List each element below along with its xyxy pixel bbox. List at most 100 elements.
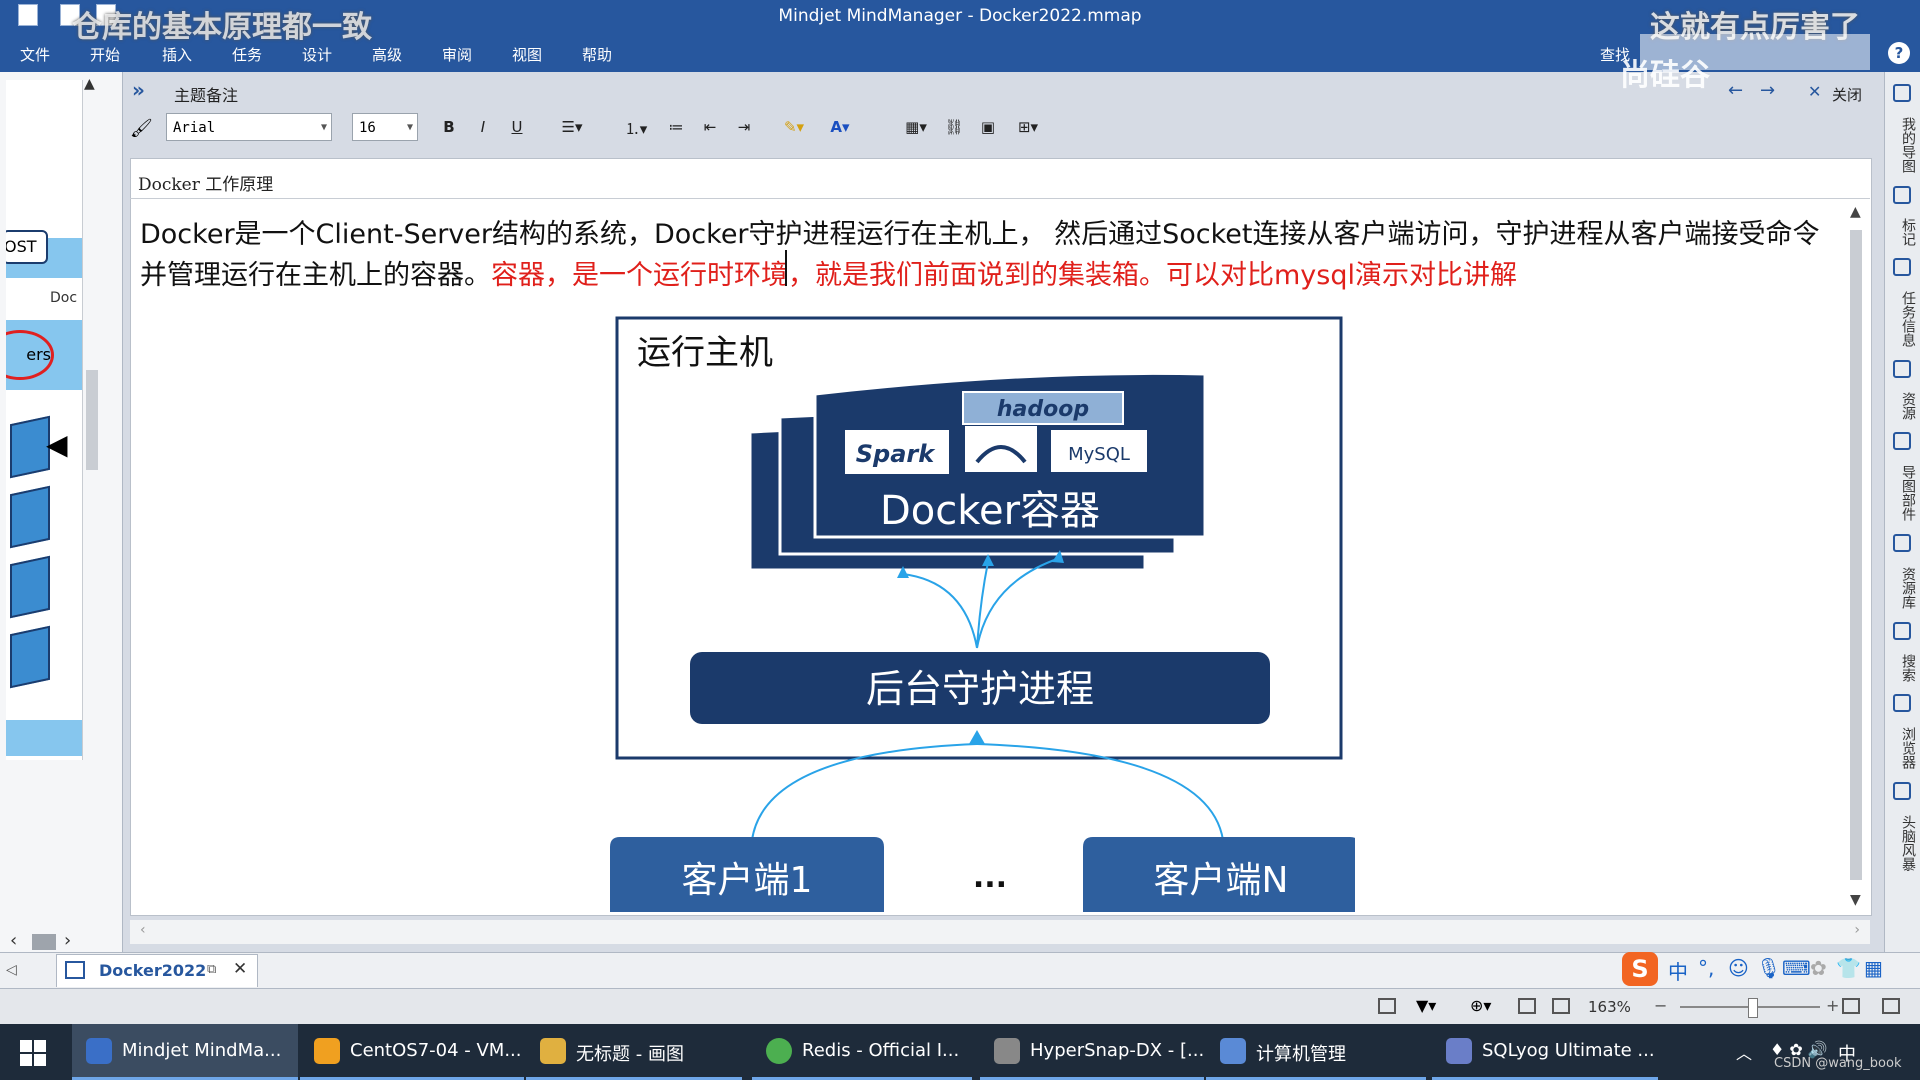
align-left-icon[interactable]: ☰▾ (552, 118, 592, 140)
voice-icon[interactable]: 🎙 (1756, 956, 1781, 980)
skin-icon[interactable]: ✿ (1810, 956, 1827, 980)
map-scrollbar[interactable] (86, 370, 98, 470)
italic-button[interactable]: I (474, 118, 492, 140)
dock-resources[interactable]: 资源 (1891, 386, 1916, 426)
taskbar-item-mindjet[interactable]: Mindjet MindMa... (72, 1024, 298, 1080)
taskbar-item-vmware[interactable]: CentOS7-04 - VM... (300, 1024, 524, 1080)
back-arrow-icon[interactable]: ← (1728, 80, 1743, 101)
my-maps-icon[interactable] (1893, 84, 1911, 102)
tab-view[interactable]: 视图 (512, 44, 542, 65)
font-size-select[interactable]: 16 ▼ (352, 113, 418, 141)
dock-task-info[interactable]: 任务信息 (1891, 284, 1916, 354)
tab-design[interactable]: 设计 (302, 44, 332, 65)
markers-icon[interactable] (1893, 186, 1911, 204)
library-icon[interactable] (1893, 534, 1911, 552)
fit-map-icon[interactable] (1842, 998, 1860, 1014)
resources-icon[interactable] (1893, 360, 1911, 378)
tab-file[interactable]: 文件 (20, 44, 50, 65)
dock-brainstorm[interactable]: 头脑风暴 (1891, 808, 1916, 878)
font-color-icon[interactable]: A▾ (822, 118, 858, 140)
container-label: Docker容器 (880, 488, 1100, 534)
tab-home[interactable]: 开始 (90, 44, 120, 65)
map-canvas[interactable]: OST Doc ers ◀ (6, 80, 83, 760)
dock-my-maps[interactable]: 我的导图 (1891, 110, 1916, 180)
container-cube-icon (10, 625, 50, 689)
tab-review[interactable]: 审阅 (442, 44, 472, 65)
scroll-right-icon[interactable]: › (1854, 922, 1860, 938)
numbered-list-icon[interactable]: ⒈▾ (616, 118, 656, 140)
notes-view-icon[interactable] (1378, 998, 1396, 1014)
tab-scroll-left-icon[interactable]: ◁ (6, 962, 17, 978)
zoom-slider-thumb[interactable] (1748, 998, 1758, 1018)
map-node-doc[interactable]: Doc (50, 290, 77, 306)
ime-mode-chinese[interactable]: 中 (1668, 956, 1688, 985)
grid-menu-icon[interactable]: ▦ (1864, 956, 1883, 980)
windows-start-icon[interactable] (20, 1040, 46, 1066)
tab-advanced[interactable]: 高级 (372, 44, 402, 65)
scroll-up-icon[interactable]: ▲ (84, 76, 95, 92)
notes-hscrollbar[interactable]: ‹ › (130, 920, 1870, 944)
map-view-icon[interactable] (1518, 998, 1536, 1014)
format-painter-icon[interactable]: 🖌 (130, 118, 153, 139)
scroll-up-icon[interactable]: ▲ (1850, 204, 1861, 220)
notes-body-text[interactable]: Docker是一个Client-Server结构的系统，Docker守护进程运行… (140, 214, 1820, 296)
toolbox-icon[interactable]: 👕 (1836, 956, 1861, 980)
scroll-left-icon[interactable]: ‹ (10, 930, 17, 951)
map-parts-icon[interactable] (1893, 432, 1911, 450)
float-window-icon[interactable]: ⧉ (207, 962, 216, 977)
table-icon[interactable]: ▦▾ (898, 118, 934, 140)
tray-expand-icon[interactable]: ︿ (1736, 1040, 1752, 1064)
underline-button[interactable]: U (508, 118, 526, 140)
highlight-color-icon[interactable]: ✎▾ (776, 118, 812, 140)
taskbar-item-sqlyog[interactable]: SQLyog Ultimate ... (1432, 1024, 1658, 1080)
brainstorm-icon[interactable] (1893, 782, 1911, 800)
emoji-icon[interactable]: ☺ (1728, 956, 1749, 980)
scroll-thumb[interactable] (1850, 230, 1862, 880)
taskbar-item-chrome[interactable]: Redis - Official I... (752, 1024, 972, 1080)
zoom-out-icon[interactable]: − (1654, 996, 1667, 1015)
outline-view-icon[interactable] (1552, 998, 1570, 1014)
zoom-in-icon[interactable]: + (1826, 996, 1839, 1015)
taskbar-item-hypersnap[interactable]: HyperSnap-DX - [... (980, 1024, 1204, 1080)
keyboard-icon[interactable]: ⌨ (1782, 956, 1811, 980)
bold-button[interactable]: B (440, 118, 458, 140)
sogou-logo-icon[interactable]: S (1622, 952, 1658, 986)
font-family-select[interactable]: Arial ▼ (166, 113, 332, 141)
link-icon[interactable]: ⛓ (942, 118, 966, 140)
notes-vscrollbar[interactable]: ▲ ▼ (1846, 200, 1866, 912)
search-icon[interactable] (1893, 622, 1911, 640)
decrease-indent-icon[interactable]: ⇤ (698, 118, 722, 140)
doc-tab-docker2022[interactable]: Docker2022 ⧉ ✕ (56, 954, 258, 987)
scroll-right-icon[interactable]: › (64, 930, 71, 951)
expand-chevron-icon[interactable]: » (132, 78, 145, 102)
punctuation-icon[interactable]: °, (1698, 956, 1714, 980)
image-icon[interactable]: ▣ (976, 118, 1000, 140)
taskbar-item-computer-management[interactable]: 计算机管理 (1206, 1024, 1426, 1080)
scroll-down-icon[interactable]: ▼ (1850, 892, 1861, 908)
map-hscroll-thumb[interactable] (32, 934, 56, 950)
tab-insert[interactable]: 插入 (162, 44, 192, 65)
close-icon[interactable]: ✕ (1808, 82, 1821, 101)
taskbar-item-paint[interactable]: 无标题 - 画图 (526, 1024, 742, 1080)
forward-arrow-icon[interactable]: → (1760, 80, 1775, 101)
close-button[interactable]: 关闭 (1832, 84, 1862, 105)
tab-task[interactable]: 任务 (232, 44, 262, 65)
dock-browser[interactable]: 浏览器 (1891, 720, 1916, 776)
dock-map-parts[interactable]: 导图部件 (1891, 458, 1916, 528)
layout-options-icon[interactable] (1882, 998, 1900, 1014)
increase-indent-icon[interactable]: ⇥ (732, 118, 756, 140)
dock-markers[interactable]: 标记 (1891, 212, 1916, 252)
tab-help[interactable]: 帮助 (582, 44, 612, 65)
browser-icon[interactable] (1893, 694, 1911, 712)
task-info-icon[interactable] (1893, 258, 1911, 276)
dock-library[interactable]: 资源库 (1891, 560, 1916, 616)
insert-object-icon[interactable]: ⊞▾ (1010, 118, 1046, 140)
filter-icon[interactable]: ▼▾ (1416, 996, 1436, 1015)
map-node-ost[interactable]: OST (6, 230, 48, 264)
focus-topic-icon[interactable]: ⊕▾ (1470, 996, 1491, 1015)
help-icon[interactable]: ? (1888, 42, 1910, 64)
scroll-left-icon[interactable]: ‹ (140, 922, 146, 938)
close-tab-icon[interactable]: ✕ (233, 959, 247, 979)
dock-search[interactable]: 搜索 (1891, 648, 1916, 688)
bullet-list-icon[interactable]: ≔ (664, 118, 688, 140)
